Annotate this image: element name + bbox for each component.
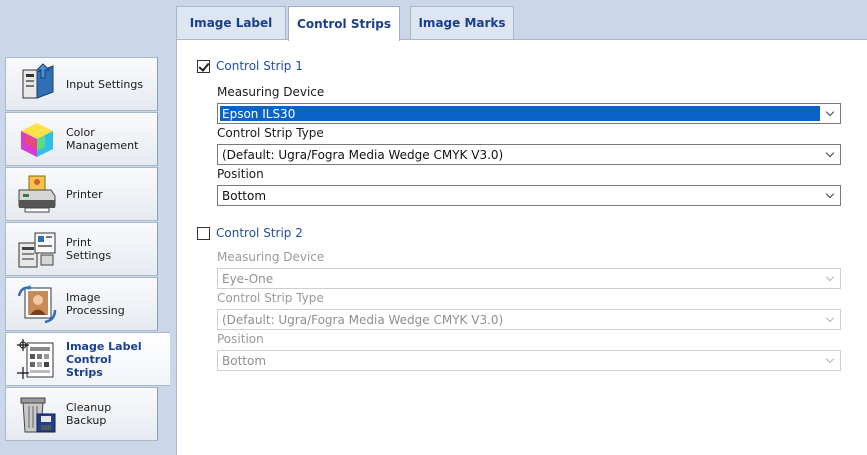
control-strip-2-checkbox[interactable] [197, 226, 210, 240]
control-strip-2-row: Control Strip 2 [197, 226, 303, 240]
image-processing-icon [15, 282, 59, 326]
measuring-device-2-label: Measuring Device [217, 250, 325, 264]
tab-panel: Image Label Control Strips Image Marks C… [170, 0, 867, 455]
color-cube-icon [15, 117, 59, 161]
nav-item-cleanup-backup[interactable]: Cleanup Backup [5, 387, 158, 441]
control-strip-type-2-select[interactable]: (Default: Ugra/Fogra Media Wedge CMYK V3… [217, 309, 841, 330]
position-2-label: Position [217, 332, 264, 346]
chevron-down-icon[interactable] [820, 310, 840, 329]
cleanup-backup-icon [15, 392, 59, 436]
control-strips-content: Control Strip 1 Measuring Device Epson I… [176, 39, 867, 455]
control-strip-type-1-label: Control Strip Type [217, 126, 324, 140]
control-strip-type-2-label: Control Strip Type [217, 291, 324, 305]
nav-item-input-settings[interactable]: Input Settings [5, 57, 158, 111]
tab-image-marks[interactable]: Image Marks [410, 6, 514, 39]
tab-label: Image Label [189, 16, 273, 30]
nav-label: Print Settings [66, 236, 112, 262]
chevron-down-icon[interactable] [820, 104, 840, 123]
position-1-select[interactable]: Bottom [217, 185, 841, 206]
position-2-value: Bottom [222, 353, 267, 368]
control-strip-1-checkbox[interactable] [197, 59, 210, 73]
tab-control-strips[interactable]: Control Strips [288, 6, 400, 41]
position-1-label: Position [217, 167, 264, 181]
control-strips-icon [15, 337, 59, 381]
nav-item-image-processing[interactable]: Image Processing [5, 277, 158, 331]
nav-item-image-label-control-strips[interactable]: Image Label Control Strips [5, 332, 170, 386]
control-strip-1-row: Control Strip 1 [197, 59, 303, 73]
chevron-down-icon[interactable] [820, 186, 840, 205]
printer-icon [15, 172, 59, 216]
tab-label: Image Marks [418, 16, 506, 30]
control-strip-type-1-select[interactable]: (Default: Ugra/Fogra Media Wedge CMYK V3… [217, 144, 841, 165]
position-1-value: Bottom [222, 188, 267, 203]
measuring-device-2-value: Eye-One [222, 271, 274, 286]
nav-item-color-management[interactable]: Color Management [5, 112, 158, 166]
tab-label: Control Strips [297, 17, 391, 31]
position-2-select[interactable]: Bottom [217, 350, 841, 371]
control-strip-type-1-value: (Default: Ugra/Fogra Media Wedge CMYK V3… [222, 147, 504, 162]
nav-label: Image Label Control Strips [66, 339, 142, 379]
control-strip-1-label[interactable]: Control Strip 1 [216, 59, 303, 73]
nav-label: Color Management [66, 126, 139, 152]
control-strip-2-label[interactable]: Control Strip 2 [216, 226, 303, 240]
nav-label: Input Settings [66, 77, 144, 91]
control-strip-type-2-value: (Default: Ugra/Fogra Media Wedge CMYK V3… [222, 312, 504, 327]
nav-label: Image Processing [66, 291, 125, 317]
nav-label: Printer [66, 187, 103, 201]
nav-item-printer[interactable]: Printer [5, 167, 158, 221]
measuring-device-1-value: Epson ILS30 [220, 106, 820, 121]
chevron-down-icon[interactable] [820, 269, 840, 288]
measuring-device-1-select[interactable]: Epson ILS30 [217, 103, 841, 124]
measuring-device-2-select[interactable]: Eye-One [217, 268, 841, 289]
chevron-down-icon[interactable] [820, 351, 840, 370]
nav-item-print-settings[interactable]: Print Settings [5, 222, 158, 276]
input-settings-icon [15, 62, 59, 106]
print-settings-icon [15, 227, 59, 271]
tab-image-label[interactable]: Image Label [176, 6, 286, 39]
nav-label: Cleanup Backup [66, 401, 112, 427]
chevron-down-icon[interactable] [820, 145, 840, 164]
measuring-device-1-label: Measuring Device [217, 85, 325, 99]
